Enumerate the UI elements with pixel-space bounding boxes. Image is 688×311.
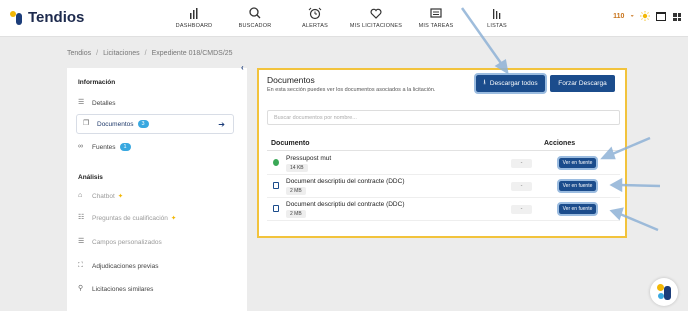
- sidebar-item-fuentes[interactable]: ∞ Fuentes 1: [78, 137, 236, 157]
- widget-logo-dot: [658, 293, 664, 299]
- widget-logo-icon: [657, 284, 664, 291]
- breadcrumb-separator: /: [96, 50, 99, 57]
- documents-title: Documentos: [267, 75, 315, 85]
- widget-logo-bar: [664, 286, 671, 300]
- chat-widget-button[interactable]: [650, 278, 678, 306]
- document-search-input[interactable]: Buscar documentos por nombre...: [267, 110, 620, 125]
- view-source-button[interactable]: Ver en fuente: [557, 202, 598, 216]
- similar-icon: ⚲: [78, 285, 84, 292]
- view-source-button[interactable]: Ver en fuente: [557, 156, 598, 170]
- arrow-right-icon: ➔: [218, 119, 225, 129]
- view-source-button[interactable]: Ver en fuente: [557, 179, 598, 193]
- sidebar-section-analysis: Análisis: [78, 174, 103, 181]
- sparkle-icon: ✦: [117, 193, 124, 200]
- sparkle-icon: ✦: [170, 215, 177, 222]
- sidebar-item-label: Detalles: [92, 99, 116, 107]
- document-size: 14 KB: [286, 164, 308, 172]
- awards-icon: ⛶: [78, 262, 83, 269]
- sidebar-item-label: Campos personalizados: [92, 238, 162, 246]
- breadcrumb-item: Expediente 018/CMDS/25: [151, 50, 233, 57]
- download-all-button[interactable]: ⭳ Descargar todos: [474, 73, 547, 94]
- documents-subtitle: En esta sección puedes ver los documento…: [267, 87, 436, 93]
- document-file-icon: [273, 205, 279, 212]
- header-divider: [267, 150, 620, 151]
- force-download-button[interactable]: Forzar Descarga: [550, 75, 615, 92]
- header-tools: 110 ◒: [613, 11, 666, 21]
- search-placeholder: Buscar documentos por nombre...: [274, 115, 357, 121]
- document-status: -: [511, 182, 532, 191]
- fields-icon: ☰: [78, 238, 85, 245]
- document-name: Pressupost mut: [286, 155, 332, 162]
- sidebar-item-label: Documentos: [97, 120, 134, 128]
- questions-icon: ☷: [78, 214, 85, 221]
- document-size: 2 MB: [286, 210, 306, 218]
- sidebar-item-label: Adjudicaciones previas: [92, 262, 159, 270]
- breadcrumb-separator: /: [144, 50, 147, 57]
- sidebar-section-info: Información: [78, 79, 116, 86]
- force-download-label: Forzar Descarga: [558, 80, 607, 87]
- coin-icon: ◒: [630, 13, 634, 19]
- documents-panel: Documentos En esta sección puedes ver lo…: [257, 68, 627, 238]
- collapse-sidebar-icon[interactable]: ‹: [241, 63, 251, 73]
- table-row: Pressupost mut 14 KB - Ver en fuente: [267, 152, 620, 175]
- sidebar-item-similares[interactable]: ⚲ Licitaciones similares: [78, 279, 236, 299]
- documents-icon: ❐: [83, 120, 90, 127]
- app-name: Tendios: [28, 9, 85, 26]
- sun-icon[interactable]: [640, 11, 650, 21]
- app-logo[interactable]: Tendios: [10, 9, 84, 26]
- breadcrumb-item[interactable]: Licitaciones: [103, 50, 140, 57]
- table-row: Document descriptiu del contracte (DDC) …: [267, 175, 620, 198]
- download-all-label: Descargar todos: [489, 80, 538, 87]
- nav-listas[interactable]: LISTAS: [457, 7, 537, 29]
- document-status: -: [511, 159, 532, 168]
- breadcrumb-item[interactable]: Tendios: [67, 50, 91, 57]
- document-file-icon: [273, 182, 279, 189]
- document-name: Document descriptiu del contracte (DDC): [286, 201, 405, 208]
- column-header-document: Documento: [271, 140, 310, 147]
- sidebar: Información ☰ Detalles ❐ Documentos 3 ➔ …: [67, 68, 247, 311]
- breadcrumb: Tendios / Licitaciones / Expediente 018/CMDS…: [67, 50, 233, 57]
- top-bar: Tendios DASHBOARD BUSCADOR ALERTAS MIS L…: [0, 0, 688, 37]
- sidebar-item-campos[interactable]: ☰ Campos personalizados: [78, 232, 236, 252]
- apps-grid-icon[interactable]: [673, 13, 681, 21]
- sidebar-item-label: Fuentes: [92, 143, 116, 151]
- coins-count: 110: [613, 12, 625, 20]
- document-status: -: [511, 205, 532, 214]
- list-icon: ☰: [78, 99, 85, 106]
- sidebar-item-label: Preguntas de cualificación: [92, 214, 168, 222]
- chatbot-icon: ⌂: [78, 192, 83, 199]
- sidebar-item-preguntas[interactable]: ☷ Preguntas de cualificación ✦: [78, 208, 236, 228]
- sidebar-item-chatbot[interactable]: ⌂ Chatbot ✦: [78, 186, 236, 206]
- table-row: Document descriptiu del contracte (DDC) …: [267, 198, 620, 221]
- calendar-icon[interactable]: [656, 11, 666, 21]
- document-size: 2 MB: [286, 187, 306, 195]
- logo-mark-icon: [10, 10, 24, 25]
- nav-label: LISTAS: [487, 23, 507, 29]
- spreadsheet-file-icon: [273, 159, 279, 166]
- download-icon: ⭳: [483, 79, 486, 86]
- document-name: Document descriptiu del contracte (DDC): [286, 178, 405, 185]
- sidebar-item-documentos[interactable]: ❐ Documentos 3 ➔: [76, 114, 234, 134]
- column-header-actions: Acciones: [544, 140, 576, 147]
- sidebar-item-adjudicaciones[interactable]: ⛶ Adjudicaciones previas: [78, 256, 236, 276]
- sources-count-badge: 1: [119, 143, 131, 151]
- documents-count-badge: 3: [137, 120, 149, 128]
- link-icon: ∞: [78, 143, 83, 150]
- list-bars-icon: [493, 9, 501, 19]
- sidebar-item-label: Chatbot: [92, 192, 115, 200]
- sidebar-item-detalles[interactable]: ☰ Detalles: [78, 93, 236, 113]
- sidebar-item-label: Licitaciones similares: [92, 285, 154, 293]
